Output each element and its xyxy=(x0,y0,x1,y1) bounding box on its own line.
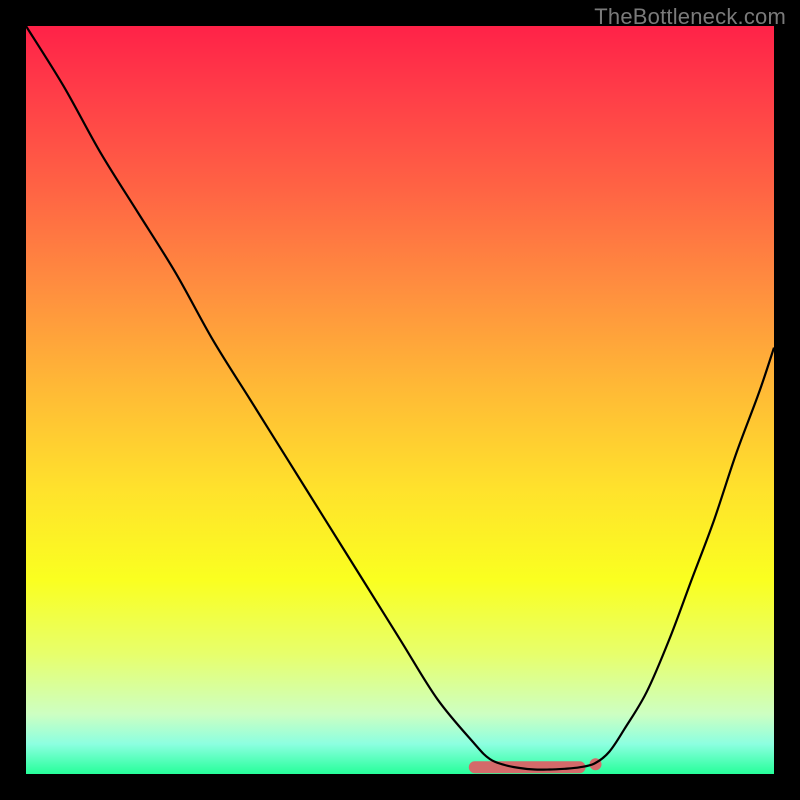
optimal-zone-band xyxy=(475,758,602,770)
chart-svg xyxy=(26,26,774,774)
plot-area xyxy=(26,26,774,774)
bottleneck-curve xyxy=(26,26,774,770)
chart-container: TheBottleneck.com xyxy=(0,0,800,800)
